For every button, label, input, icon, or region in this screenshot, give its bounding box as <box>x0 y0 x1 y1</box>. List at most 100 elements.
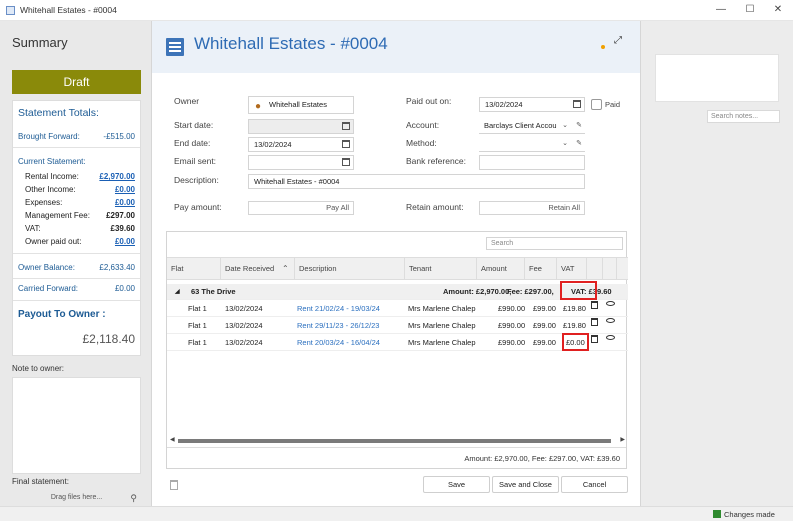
description-field[interactable]: Whitehall Estates - #0004 <box>248 174 585 189</box>
final-statement-label: Final statement: <box>12 477 69 486</box>
status-text: Changes made <box>724 510 775 519</box>
table-row[interactable]: Flat 1 13/02/2024 Rent 21/02/24 - 19/03/… <box>167 301 628 317</box>
calendar-icon[interactable] <box>342 140 350 148</box>
edit-icon[interactable]: ✎ <box>576 119 582 132</box>
column-header-tenant[interactable]: Tenant <box>405 258 477 280</box>
page-header: Whitehall Estates - #0004 ⤢ <box>152 21 640 73</box>
summary-panel: Summary Draft Statement Totals: Brought … <box>0 21 152 506</box>
note-to-owner-input[interactable] <box>12 377 141 474</box>
group-row[interactable]: ◢ 63 The Drive Amount: £2,970.00, Fee: £… <box>167 284 628 300</box>
management-fee-row: Management Fee: £297.00 <box>25 211 135 220</box>
owner-balance-row: Owner Balance: £2,633.40 <box>18 263 135 272</box>
other-income-link[interactable]: £0.00 <box>115 185 135 194</box>
person-icon: ● <box>255 101 262 112</box>
payout-label: Payout To Owner : <box>18 309 106 320</box>
paid-out-on-field[interactable]: 13/02/2024 <box>479 97 585 112</box>
transactions-grid: Search Flat Date Received ⌃ Description … <box>166 231 628 469</box>
divider <box>13 147 140 148</box>
owner-paid-out-link[interactable]: £0.00 <box>115 237 135 246</box>
brought-forward-row: Brought Forward: -£515.00 <box>18 132 135 141</box>
column-header-vat[interactable]: VAT <box>557 258 587 280</box>
retain-amount-label: Retain amount: <box>406 202 464 212</box>
statement-icon <box>166 38 184 56</box>
delete-icon[interactable] <box>591 335 598 343</box>
scroll-right-icon[interactable]: ▶ <box>620 436 625 443</box>
end-date-field[interactable]: 13/02/2024 <box>248 137 354 152</box>
method-label: Method: <box>406 138 437 148</box>
save-button[interactable]: Save <box>423 476 490 493</box>
totals-heading: Statement Totals: <box>18 107 99 119</box>
owner-paid-out-row: Owner paid out: £0.00 <box>25 237 135 246</box>
file-dropzone[interactable]: Drag files here... ⚲ <box>12 491 141 505</box>
column-header-fee[interactable]: Fee <box>525 258 557 280</box>
scroll-left-icon[interactable]: ◀ <box>170 436 175 443</box>
scrollbar-thumb[interactable] <box>178 439 611 443</box>
bank-reference-field[interactable] <box>479 155 585 170</box>
description-label: Description: <box>174 175 219 185</box>
calendar-icon[interactable] <box>342 122 350 130</box>
column-header-amount[interactable]: Amount <box>477 258 525 280</box>
chevron-down-icon[interactable]: ⌄ <box>562 137 568 150</box>
view-icon[interactable] <box>606 301 615 306</box>
search-notes-input[interactable]: Search notes... <box>707 110 780 123</box>
carried-forward-value: £0.00 <box>114 284 135 293</box>
divider <box>13 300 140 301</box>
start-date-field[interactable] <box>248 119 354 134</box>
account-label: Account: <box>406 120 440 130</box>
highlight-box <box>562 333 589 351</box>
pay-all-button[interactable]: Pay All <box>248 201 354 215</box>
horizontal-scrollbar[interactable]: ◀ ▶ <box>170 436 625 444</box>
close-button[interactable]: ✕ <box>771 4 785 16</box>
carried-forward-row: Carried Forward: £0.00 <box>18 284 135 293</box>
maximize-button[interactable]: ☐ <box>743 4 757 16</box>
grid-search-input[interactable]: Search <box>486 237 623 250</box>
table-row[interactable]: Flat 1 13/02/2024 Rent 29/11/23 - 26/12/… <box>167 318 628 334</box>
email-sent-field[interactable] <box>248 155 354 170</box>
title-bar: Whitehall Estates - #0004 — ☐ ✕ <box>0 0 793 21</box>
paid-checkbox[interactable] <box>591 99 602 110</box>
calendar-icon[interactable] <box>573 100 581 108</box>
chevron-down-icon[interactable]: ⌄ <box>562 119 568 132</box>
calendar-icon[interactable] <box>342 158 350 166</box>
save-and-close-button[interactable]: Save and Close <box>492 476 559 493</box>
rental-income-link[interactable]: £2,970.00 <box>99 172 135 181</box>
expenses-row: Expenses: £0.00 <box>25 198 135 207</box>
page-title: Whitehall Estates - #0004 <box>194 34 388 53</box>
collapse-icon[interactable]: ◢ <box>175 284 180 300</box>
notes-panel: Search notes... <box>640 21 793 506</box>
owner-field[interactable]: ● Whitehall Estates <box>248 96 354 114</box>
minimize-button[interactable]: — <box>714 4 728 16</box>
view-icon[interactable] <box>606 335 615 340</box>
table-row[interactable]: Flat 1 13/02/2024 Rent 20/03/24 - 16/04/… <box>167 335 628 351</box>
other-income-row: Other Income: £0.00 <box>25 185 135 194</box>
expenses-link[interactable]: £0.00 <box>115 198 135 207</box>
save-status-icon <box>713 510 721 518</box>
rental-income-row: Rental Income: £2,970.00 <box>25 172 135 181</box>
delete-statement-icon[interactable] <box>170 480 178 490</box>
sort-up-icon: ⌃ <box>282 264 289 273</box>
method-select[interactable]: ⌄ ✎ <box>479 137 585 152</box>
summary-title: Summary <box>12 35 68 50</box>
start-date-label: Start date: <box>174 120 214 130</box>
statement-totals: Statement Totals: Brought Forward: -£515.… <box>12 100 141 356</box>
column-header-actions <box>587 258 603 280</box>
retain-all-button[interactable]: Retain All <box>479 201 585 215</box>
status-bar: Changes made <box>0 506 793 521</box>
app-icon <box>6 6 15 15</box>
account-select[interactable]: Barclays Client Accou ⌄ ✎ <box>479 119 585 134</box>
view-icon[interactable] <box>606 318 615 323</box>
email-sent-label: Email sent: <box>174 156 217 166</box>
draft-status-button[interactable]: Draft <box>12 70 141 94</box>
edit-icon[interactable]: ✎ <box>576 137 582 150</box>
column-header-description[interactable]: Description <box>295 258 405 280</box>
expand-icon[interactable]: ⤢ <box>614 35 622 46</box>
cancel-button[interactable]: Cancel <box>561 476 628 493</box>
column-header-flat[interactable]: Flat <box>167 258 221 280</box>
owner-label: Owner <box>174 96 200 106</box>
current-statement-label: Current Statement: <box>18 157 86 166</box>
delete-icon[interactable] <box>591 318 598 326</box>
search-icon[interactable]: ⚲ <box>130 491 137 505</box>
notes-box[interactable] <box>655 54 779 102</box>
vat-row: VAT: £39.60 <box>25 224 135 233</box>
delete-icon[interactable] <box>591 301 598 309</box>
